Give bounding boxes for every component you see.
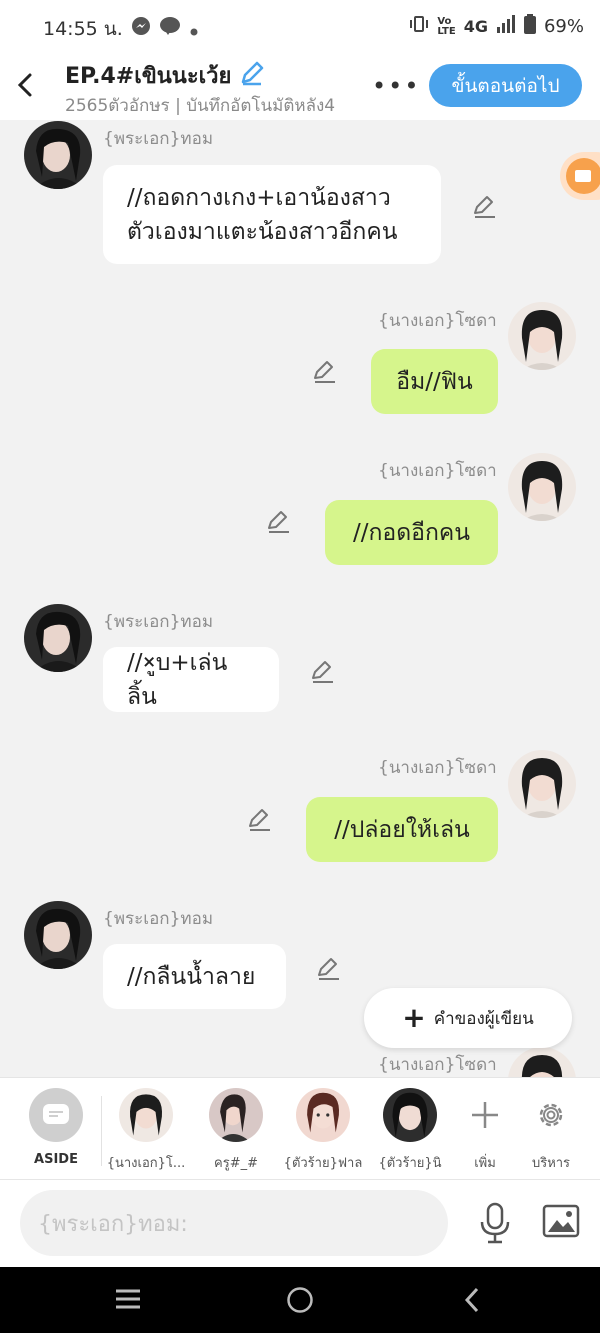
chat-area: {พระเอก}ทอม //ถอดกางเกง+เอาน้องสาว ตัวเอ…	[0, 120, 600, 1077]
message-bubble[interactable]: //กลืนน้ำลาย	[103, 944, 286, 1009]
header: EP.4#เขินนะเว้ย 2565ตัวอักษร | บันทึกอัต…	[0, 50, 600, 120]
message-bubble[interactable]: //ถอดกางเกง+เอาน้องสาว ตัวเองมาแตะน้องสา…	[103, 165, 441, 264]
vibrate-icon	[409, 15, 429, 38]
speaker-name: {นางเอก}โซดา	[378, 758, 497, 778]
back-arrow-icon[interactable]	[14, 70, 38, 100]
edit-message-icon[interactable]	[316, 957, 342, 981]
aside-button[interactable]: ASIDE	[10, 1088, 102, 1167]
speaker-name: {พระเอก}ทอม	[103, 612, 214, 632]
character-avatar	[119, 1088, 173, 1142]
home-icon[interactable]	[286, 1286, 314, 1318]
more-options-icon[interactable]: •••	[372, 72, 420, 100]
next-step-button[interactable]: ขั้นตอนต่อไป	[429, 64, 582, 107]
message-bubble[interactable]: //×ูบ+เล่นลิ้น	[103, 647, 279, 712]
network-type: 4G	[463, 17, 488, 36]
episode-title: EP.4#เขินนะเว้ย	[65, 64, 232, 89]
character-avatar	[296, 1088, 350, 1142]
plus-icon: +	[402, 1001, 426, 1034]
message-input[interactable]: {พระเอก}ทอม:	[20, 1190, 448, 1256]
avatar-tom[interactable]	[24, 901, 92, 969]
manage-characters-button[interactable]: บริหาร	[522, 1088, 580, 1173]
divider	[101, 1096, 102, 1166]
microphone-icon[interactable]	[478, 1202, 512, 1248]
speaker-name: {นางเอก}โซดา	[378, 1055, 497, 1075]
system-back-icon[interactable]	[462, 1286, 482, 1318]
signal-icon	[496, 15, 516, 38]
message-bubble[interactable]: //กอดอีกคน	[325, 500, 498, 565]
edit-title-icon[interactable]	[239, 60, 265, 92]
avatar-soda[interactable]	[508, 1047, 576, 1077]
character-chip[interactable]: {นางเอก}โ...	[100, 1088, 192, 1173]
edit-message-icon[interactable]	[472, 195, 498, 219]
recent-apps-icon[interactable]	[114, 1287, 142, 1315]
message-line: ตัวเองมาแตะน้องสาวอีกคน	[127, 218, 398, 245]
speaker-name: {พระเอก}ทอม	[103, 129, 214, 149]
message-bubble[interactable]: //ปล่อยให้เล่น	[306, 797, 498, 862]
speaker-name: {นางเอก}โซดา	[378, 311, 497, 331]
plus-icon	[456, 1088, 514, 1142]
input-area: {พระเอก}ทอม:	[0, 1179, 600, 1268]
speaker-name: {พระเอก}ทอม	[103, 909, 214, 929]
add-label: เพิ่ม	[474, 1156, 496, 1171]
manage-label: บริหาร	[531, 1156, 571, 1171]
message-line: //กอดอีกคน	[352, 519, 471, 546]
message-line: //ถอดกางเกง+เอาน้องสาว	[127, 184, 391, 211]
character-name: {นางเอก}โ...	[106, 1156, 186, 1171]
character-avatar	[209, 1088, 263, 1142]
message-line: //กลืนน้ำลาย	[127, 963, 256, 990]
message-bubble[interactable]: อืม//ฟิน	[371, 349, 498, 414]
page-title[interactable]: EP.4#เขินนะเว้ย	[65, 58, 265, 93]
system-nav-bar	[0, 1267, 600, 1333]
character-chip[interactable]: {ตัวร้าย}ฟาล	[277, 1088, 369, 1173]
character-avatar	[383, 1088, 437, 1142]
message-line: อืม//ฟิน	[396, 368, 473, 395]
character-name: ครู#_#	[214, 1156, 258, 1171]
speaker-name: {นางเอก}โซดา	[378, 461, 497, 481]
avatar-soda[interactable]	[508, 302, 576, 370]
character-name: {ตัวร้าย}ฟาล	[283, 1156, 363, 1171]
author-note-button[interactable]: + คำของผู้เขียน	[364, 988, 572, 1048]
record-video-button[interactable]	[560, 152, 600, 200]
add-character-button[interactable]: เพิ่ม	[456, 1088, 514, 1173]
avatar-tom[interactable]	[24, 121, 92, 189]
notification-dot-icon	[190, 21, 198, 40]
battery-percent: 69%	[543, 16, 584, 37]
image-icon[interactable]	[542, 1204, 580, 1242]
message-line: //×ูบ+เล่นลิ้น	[127, 649, 228, 710]
battery-icon	[523, 14, 536, 39]
line-app-icon	[159, 16, 181, 40]
character-chip[interactable]: ครู#_#	[190, 1088, 282, 1173]
episode-subtitle: 2565ตัวอักษร | บันทึกอัตโนมัติหลัง4	[65, 96, 336, 116]
camera-glyph	[575, 170, 591, 182]
character-bar: ASIDE {นางเอก}โ... ครู#_# {ตัวร้าย}ฟาล {…	[0, 1077, 600, 1180]
character-chip[interactable]: {ตัวร้าย}นิ	[364, 1088, 456, 1173]
avatar-soda[interactable]	[508, 453, 576, 521]
volte-icon: Vo LTE	[437, 15, 456, 37]
avatar-tom[interactable]	[24, 604, 92, 672]
edit-message-icon[interactable]	[310, 660, 336, 684]
author-note-label: คำของผู้เขียน	[433, 1008, 534, 1029]
aside-icon	[29, 1088, 83, 1142]
message-line: //ปล่อยให้เล่น	[334, 816, 470, 843]
gear-icon	[522, 1088, 580, 1142]
aside-label: ASIDE	[34, 1152, 78, 1167]
status-bar: 14:55 น. Vo LTE 4G 69%	[0, 0, 600, 50]
avatar-soda[interactable]	[508, 750, 576, 818]
character-name: {ตัวร้าย}นิ	[378, 1156, 442, 1171]
messenger-icon	[131, 16, 151, 40]
status-time: 14:55 น.	[43, 18, 123, 40]
edit-message-icon[interactable]	[266, 510, 292, 534]
edit-message-icon[interactable]	[312, 360, 338, 384]
edit-message-icon[interactable]	[247, 808, 273, 832]
